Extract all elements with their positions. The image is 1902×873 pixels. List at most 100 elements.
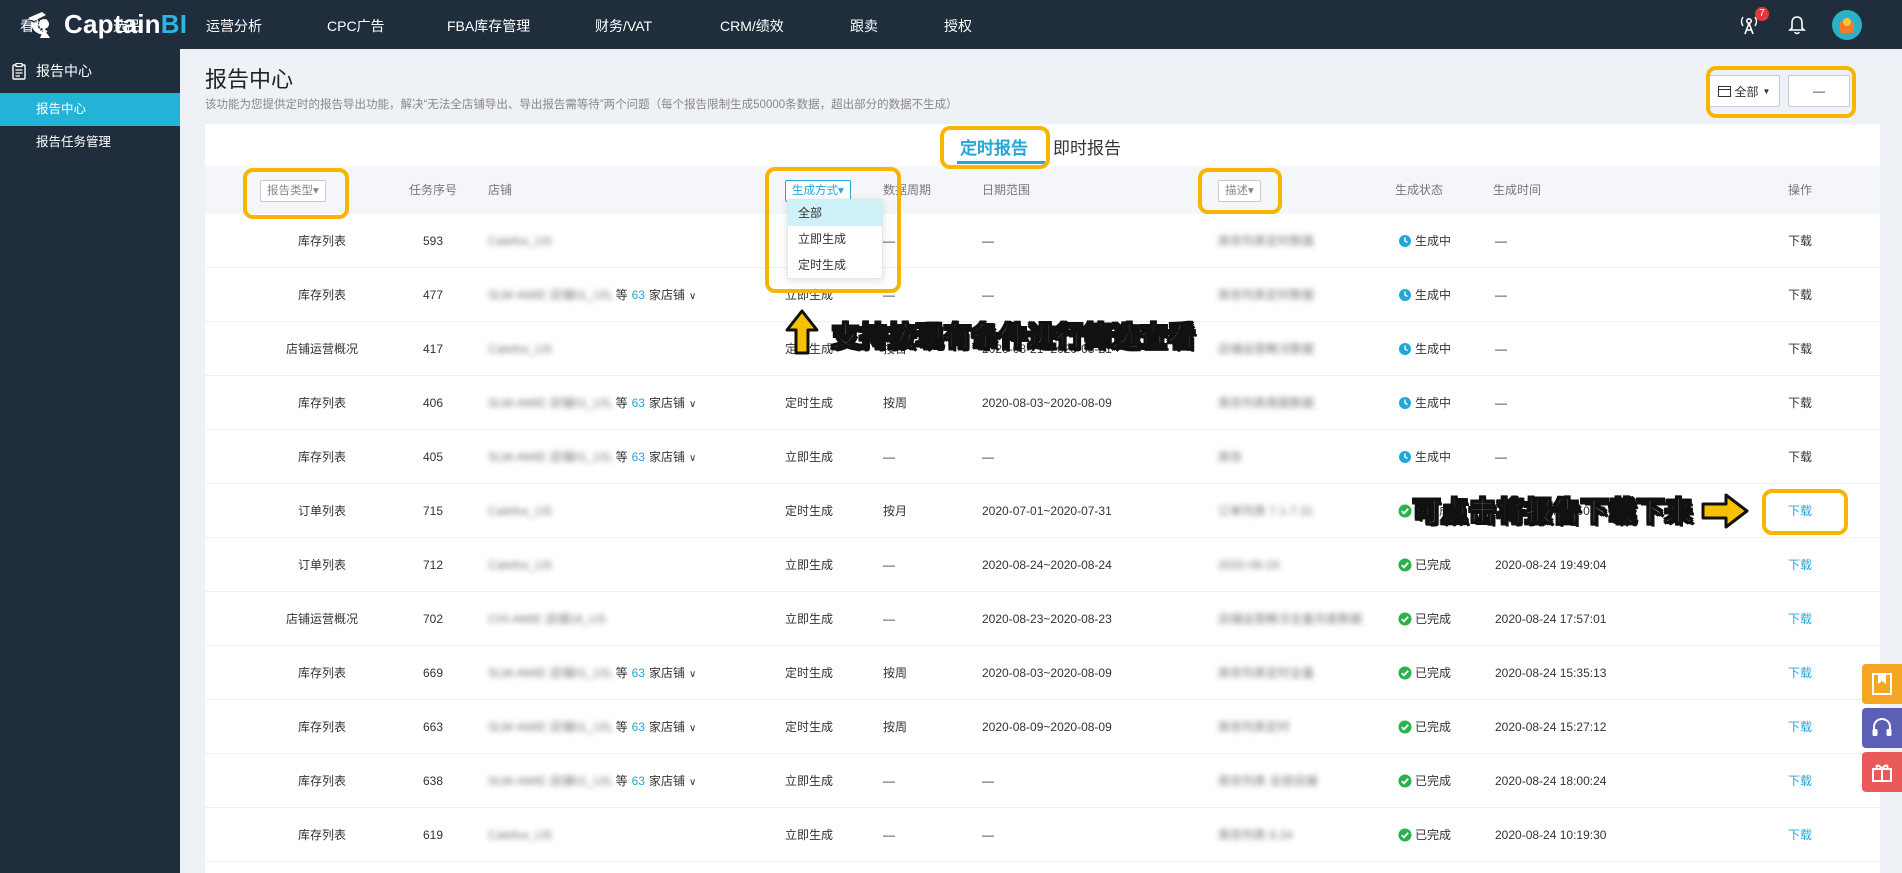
status-text: 已完成 [1415, 558, 1452, 572]
cell-gen-method: 定时生成 [785, 396, 834, 410]
download-link[interactable]: 下载 [1788, 700, 1812, 754]
cell-desc: 库存列表定时 [1218, 720, 1291, 734]
cell-report-type: 店铺运营概况 [285, 342, 358, 356]
user-avatar[interactable] [1832, 10, 1862, 40]
scope-select-button[interactable]: 全部 ▼ [1708, 75, 1780, 107]
cell-status: 已完成 [1398, 592, 1451, 646]
download-link[interactable]: 下载 [1788, 592, 1812, 646]
store-count[interactable]: 63 [632, 666, 645, 680]
store-name: SLW-AMIE 店铺01_US, [488, 450, 614, 464]
sidebar-item-report-center[interactable]: 报告中心 [0, 93, 180, 126]
cell-task-no: 417 [423, 342, 444, 356]
cell-date-range: 2020-08-03~2020-08-09 [982, 396, 1112, 410]
tab-scheduled-report[interactable]: 定时报告 [960, 134, 1028, 159]
nav-item-3[interactable]: CPC广告 [327, 16, 385, 36]
nav-item-5[interactable]: 财务/VAT [595, 16, 652, 36]
gen-method-option-all[interactable]: 全部 [788, 200, 882, 226]
nav-item-6[interactable]: CRM/绩效 [720, 16, 784, 36]
check-circle-icon [1398, 666, 1412, 680]
gen-method-option-scheduled[interactable]: 定时生成 [788, 252, 882, 278]
desc-filter[interactable]: 描述▾ [1218, 180, 1261, 202]
cell-report-type: 库存列表 [297, 720, 346, 734]
status-text: 已完成 [1415, 828, 1452, 842]
download-link[interactable]: 下载 [1788, 268, 1812, 322]
store-count[interactable]: 63 [632, 450, 645, 464]
report-type-filter[interactable]: 报告类型▾ [260, 180, 326, 202]
chevron-down-icon[interactable]: ∨ [689, 723, 696, 734]
cell-date-range: — [982, 450, 994, 464]
store-name: Calefox_US [488, 828, 553, 842]
cell-gen-method: 定时生成 [785, 666, 834, 680]
sidebar-section-title: 报告中心 [36, 63, 92, 79]
download-link[interactable]: 下载 [1788, 376, 1812, 430]
chevron-down-icon[interactable]: ∨ [689, 777, 696, 788]
nav-item-2[interactable]: 运营分析 [206, 16, 262, 36]
cell-status: 已完成 [1398, 700, 1451, 754]
page-description: 该功能为您提供定时的报告导出功能，解决“无法全店铺导出、导出报告需等待”两个问题… [205, 99, 958, 111]
chevron-down-icon[interactable]: ∨ [689, 669, 696, 680]
float-gift-button[interactable] [1862, 752, 1902, 792]
table-row: 店铺运营概况 702 CHI-AMIE 店铺18_US 立即生成 — 2020-08-23… [205, 592, 1880, 646]
download-link[interactable]: 下载 [1788, 538, 1812, 592]
tab-instant-report[interactable]: 即时报告 [1053, 134, 1121, 159]
download-link[interactable]: 下载 [1788, 214, 1812, 268]
cell-gen-method: 定时生成 [785, 504, 834, 518]
download-link[interactable]: 下载 [1788, 484, 1812, 538]
download-link[interactable]: 下载 [1788, 808, 1812, 862]
cell-status: 已完成 [1398, 808, 1451, 862]
page-title: 报告中心 [205, 67, 294, 92]
store-count[interactable]: 63 [632, 774, 645, 788]
bell-button[interactable] [1784, 12, 1810, 38]
table-row: 库存列表 405 SLW-AMIE 店铺01_US, 等 63 家店铺 ∨ 立即生成 — — 库存 生… [205, 430, 1880, 484]
nav-item-7[interactable]: 跟卖 [850, 16, 878, 36]
bookmark-icon [1872, 673, 1892, 695]
cell-store: SLW-AMIE 店铺01_US, 等 63 家店铺 ∨ [488, 430, 696, 484]
table-row: 库存列表 638 SLW-AMIE 店铺01_US, 等 63 家店铺 ∨ 立即生成 — — 库存列… [205, 754, 1880, 808]
store-count[interactable]: 63 [632, 396, 645, 410]
chevron-down-icon[interactable]: ∨ [689, 399, 696, 410]
cell-gen-method: 立即生成 [785, 558, 834, 572]
float-bookmark-button[interactable] [1862, 664, 1902, 704]
chevron-down-icon[interactable]: ∨ [689, 453, 696, 464]
tab-active-indicator [957, 161, 1045, 164]
download-link[interactable]: 下载 [1788, 430, 1812, 484]
table-header: 报告类型▾ 任务序号 店铺 生成方式▾ 数据周期 日期范围 描述▾ 生成状态 生… [205, 166, 1880, 214]
download-link[interactable]: 下载 [1788, 322, 1812, 376]
cell-gen-time: 2020-08-24 15:35:13 [1495, 666, 1607, 680]
notification-tower[interactable]: 7 [1736, 7, 1769, 38]
status-text: 生成中 [1415, 396, 1452, 410]
cell-status: 已完成 [1398, 646, 1451, 700]
status-text: 已完成 [1415, 720, 1452, 734]
report-tabs: 定时报告 即时报告 [205, 124, 1880, 166]
sidebar-item-report-tasks[interactable]: 报告任务管理 [0, 126, 180, 159]
store-count[interactable]: 63 [632, 288, 645, 302]
logo[interactable]: Captain BI [24, 8, 187, 40]
float-support-button[interactable] [1862, 708, 1902, 748]
check-circle-icon [1398, 720, 1412, 734]
col-period: 数据周期 [883, 183, 932, 197]
store-unit: 家店铺 [648, 774, 685, 788]
gen-method-option-instant[interactable]: 立即生成 [788, 226, 882, 252]
arrow-right-icon [1701, 493, 1749, 529]
gen-method-dropdown: 全部 立即生成 定时生成 [787, 199, 883, 279]
table-row: 库存列表 593 Calefox_US — — 库存列表定时数据 生成中 — 下载 [205, 214, 1880, 268]
col-status: 生成状态 [1395, 183, 1444, 197]
cell-period: — [883, 288, 895, 302]
cell-store: Calefox_US [488, 538, 552, 592]
cell-status: 生成中 [1398, 214, 1451, 268]
download-link[interactable]: 下载 [1788, 754, 1812, 808]
nav-item-1[interactable]: 选品 [113, 16, 141, 36]
cell-date-range: 2020-08-24~2020-08-24 [982, 558, 1112, 572]
store-name: Calefox_US [488, 234, 553, 248]
table-row: 库存列表 663 SLW-AMIE 店铺01_US, 等 63 家店铺 ∨ 定时生成 按周 202… [205, 700, 1880, 754]
download-link[interactable]: 下载 [1788, 646, 1812, 700]
clock-icon [1399, 234, 1411, 247]
cell-period: — [883, 612, 895, 626]
collapse-button[interactable]: — [1788, 75, 1850, 107]
nav-item-4[interactable]: FBA库存管理 [447, 16, 530, 36]
chevron-down-icon[interactable]: ∨ [689, 291, 696, 302]
nav-item-8[interactable]: 授权 [944, 16, 972, 36]
nav-item-0[interactable]: 看板 [20, 16, 48, 36]
cell-status: 生成中 [1398, 268, 1451, 322]
store-count[interactable]: 63 [632, 720, 645, 734]
